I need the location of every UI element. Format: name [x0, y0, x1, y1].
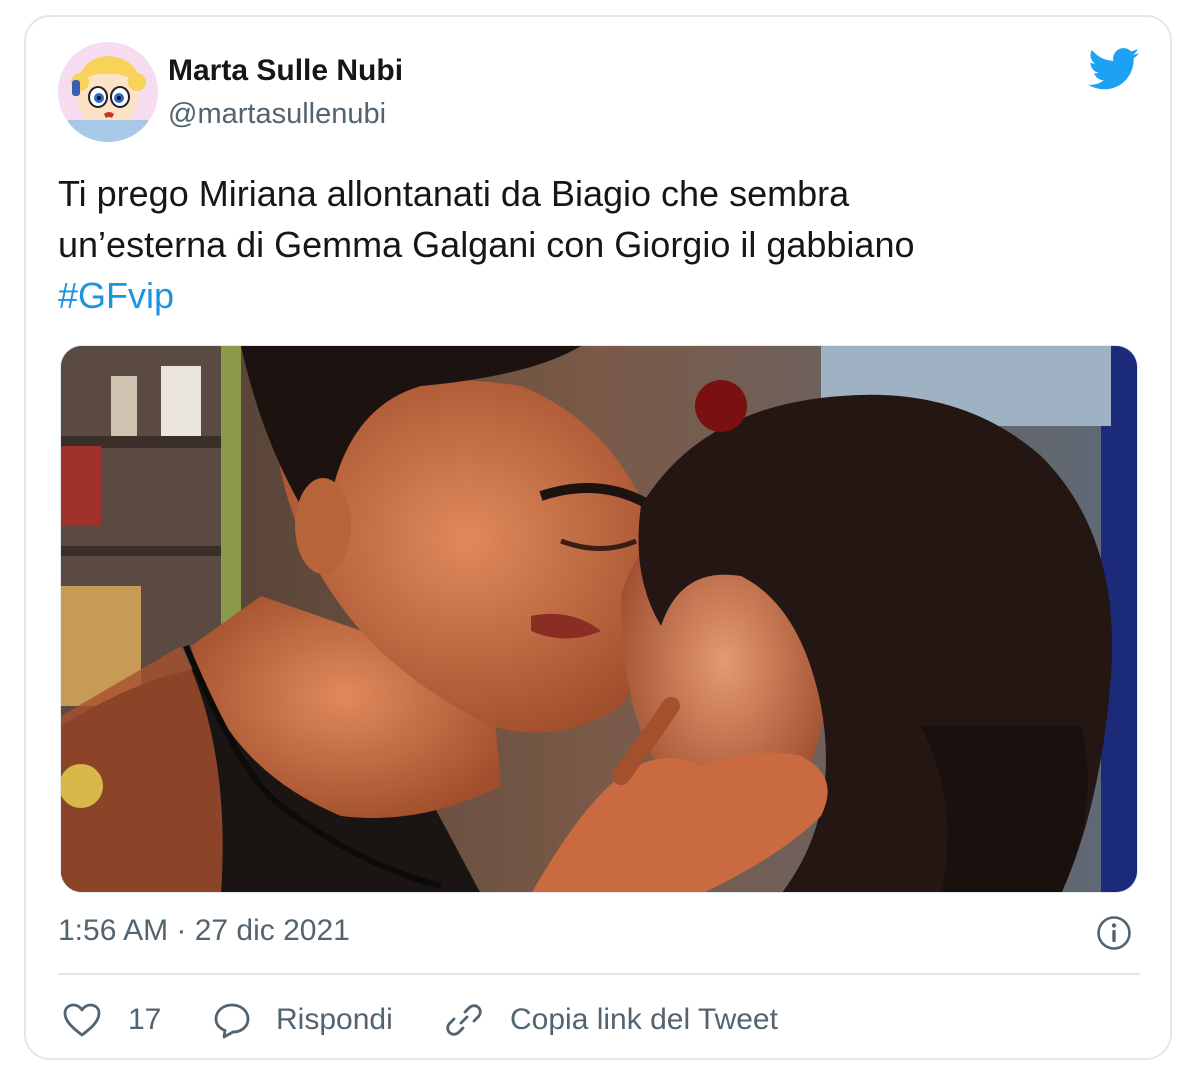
tweet-media-photo[interactable] — [60, 345, 1138, 893]
info-icon[interactable] — [1096, 915, 1132, 951]
author-name[interactable]: Marta Sulle Nubi — [168, 54, 403, 88]
avatar[interactable] — [58, 42, 158, 142]
heart-icon — [63, 1003, 101, 1037]
reply-button[interactable]: Rispondi — [212, 996, 393, 1044]
copy-link-label: Copia link del Tweet — [510, 1003, 778, 1036]
like-button[interactable]: 17 — [62, 996, 161, 1044]
divider — [58, 973, 1140, 975]
hashtag-link[interactable]: #GFvip — [58, 270, 1138, 321]
speech-bubble-icon — [214, 1003, 250, 1039]
twitter-bird-icon[interactable] — [1088, 48, 1140, 90]
tweet-timestamp[interactable]: 1:56 AM · 27 dic 2021 — [58, 914, 350, 948]
tweet-text-line-2: un’esterna di Gemma Galgani con Giorgio … — [58, 224, 915, 265]
copy-link-button[interactable]: Copia link del Tweet — [444, 996, 778, 1044]
reply-label: Rispondi — [276, 1003, 393, 1036]
tweet-text-line-1: Ti prego Miriana allontanati da Biagio c… — [58, 173, 850, 214]
link-icon — [446, 1004, 482, 1036]
author-handle[interactable]: @martasullenubi — [168, 98, 386, 131]
like-count: 17 — [128, 1003, 162, 1036]
tweet-text: Ti prego Miriana allontanati da Biagio c… — [58, 168, 1138, 321]
